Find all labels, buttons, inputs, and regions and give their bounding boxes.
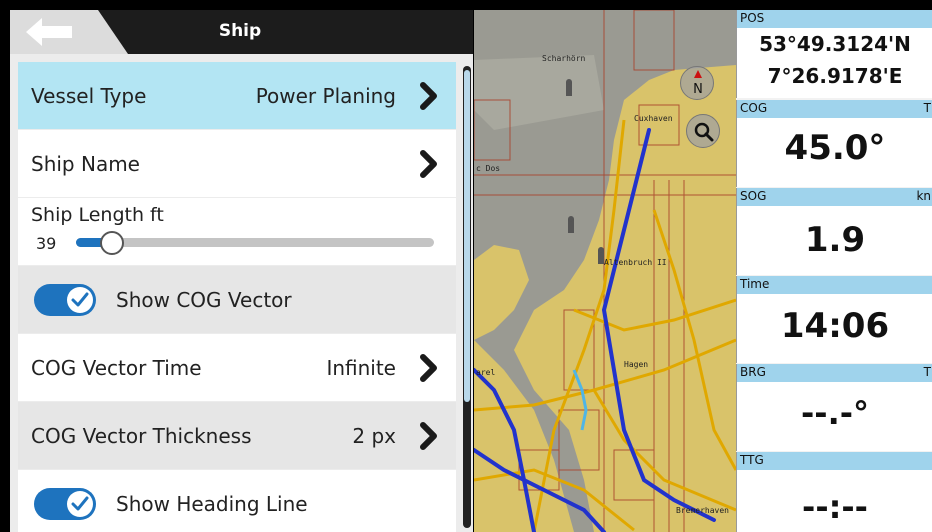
page-title: Ship — [218, 21, 262, 41]
map-label: Bremerhaven — [676, 506, 729, 515]
cog-unit: T — [923, 101, 931, 115]
cog-vector-thickness-label: COG Vector Thickness — [31, 423, 252, 448]
show-heading-line-label: Show Heading Line — [116, 491, 308, 516]
ship-length-value: 39 — [36, 234, 57, 253]
brg-unit: T — [923, 365, 931, 379]
ship-length-label: Ship Length ft — [31, 204, 164, 226]
cog-vector-time-value: Infinite — [326, 355, 396, 380]
vessel-type-label: Vessel Type — [31, 83, 147, 108]
checkmark-icon — [71, 292, 89, 306]
sog-label: SOG — [740, 189, 767, 203]
chevron-right-icon — [420, 421, 437, 450]
map-label: c Dos — [476, 164, 501, 173]
sog-value: 1.9 — [804, 220, 866, 260]
pos-header: POS — [737, 10, 932, 28]
cog-header: COG T — [737, 100, 932, 118]
show-heading-line-toggle[interactable] — [34, 487, 96, 520]
time-header: Time — [737, 276, 932, 294]
north-arrow-icon: N — [693, 70, 703, 97]
vessel-icon[interactable] — [562, 215, 580, 239]
ship-name-row[interactable]: Ship Name — [18, 130, 456, 197]
vessel-type-value: Power Planing — [255, 83, 396, 108]
cog-label: COG — [740, 101, 768, 115]
chevron-right-icon — [420, 81, 437, 110]
ttg-box[interactable]: TTG --:-- — [736, 452, 932, 532]
map-label: Scharhörn — [542, 54, 586, 63]
latitude-value: 53°49.3124'N — [759, 32, 911, 56]
ship-length-slider[interactable] — [76, 231, 434, 255]
sog-unit: kn — [916, 189, 931, 203]
ttg-header: TTG — [737, 452, 932, 470]
map-label: Altenbruch II — [604, 258, 667, 267]
toggle-knob — [67, 490, 93, 517]
cog-vector-time-row[interactable]: COG Vector Time Infinite — [18, 334, 456, 401]
chevron-right-icon — [420, 353, 437, 382]
ttg-value: --:-- — [802, 488, 868, 526]
longitude-value: 7°26.9178'E — [767, 64, 903, 88]
back-arrow-icon — [26, 18, 72, 46]
show-cog-vector-row[interactable]: Show COG Vector — [18, 266, 456, 333]
brg-box[interactable]: BRG T --.-° — [736, 364, 932, 451]
chevron-right-icon — [420, 149, 437, 178]
map-label: arel — [476, 368, 496, 377]
toggle-knob — [67, 286, 93, 313]
ship-name-label: Ship Name — [31, 151, 140, 176]
settings-panel: Ship Vessel Type Power Planing Ship Name… — [10, 10, 473, 532]
settings-list: Vessel Type Power Planing Ship Name Ship… — [18, 62, 456, 532]
compass-button[interactable]: N — [680, 66, 714, 100]
vessel-icon[interactable] — [592, 246, 610, 270]
show-cog-vector-toggle[interactable] — [34, 283, 96, 316]
cog-value: 45.0° — [784, 128, 886, 168]
vessel-type-row[interactable]: Vessel Type Power Planing — [18, 62, 456, 129]
brg-header: BRG T — [737, 364, 932, 382]
panel-header: Ship — [10, 10, 473, 54]
cog-vector-time-label: COG Vector Time — [31, 355, 202, 380]
search-button[interactable] — [686, 114, 720, 148]
time-box[interactable]: Time 14:06 — [736, 276, 932, 363]
scrollbar[interactable] — [463, 66, 471, 528]
ship-length-row: Ship Length ft 39 — [18, 198, 456, 265]
scrollbar-thumb[interactable] — [464, 70, 470, 402]
checkmark-icon — [71, 496, 89, 510]
sog-box[interactable]: SOG kn 1.9 — [736, 188, 932, 275]
magnifier-icon — [694, 122, 714, 142]
map-label: Hagen — [624, 360, 649, 369]
show-cog-vector-label: Show COG Vector — [116, 287, 292, 312]
slider-thumb[interactable] — [99, 231, 124, 255]
ttg-label: TTG — [740, 453, 764, 467]
cog-vector-thickness-row[interactable]: COG Vector Thickness 2 px — [18, 402, 456, 469]
time-label: Time — [740, 277, 770, 291]
brg-label: BRG — [740, 365, 766, 379]
vessel-icon[interactable] — [560, 78, 578, 102]
pos-label: POS — [740, 11, 765, 25]
cog-vector-thickness-value: 2 px — [352, 423, 396, 448]
time-value: 14:06 — [780, 306, 890, 346]
map-label: Cuxhaven — [634, 114, 673, 123]
compass-letter: N — [693, 82, 703, 97]
nautical-chart[interactable]: Scharhörn Cuxhaven c Dos Altenbruch II H… — [474, 10, 736, 532]
data-panel: POS 53°49.3124'N 7°26.9178'E COG T 45.0°… — [736, 10, 932, 532]
pos-box[interactable]: POS 53°49.3124'N 7°26.9178'E — [736, 10, 932, 98]
cog-box[interactable]: COG T 45.0° — [736, 100, 932, 187]
show-heading-line-row[interactable]: Show Heading Line — [18, 470, 456, 532]
brg-value: --.-° — [801, 394, 869, 432]
sog-header: SOG kn — [737, 188, 932, 206]
